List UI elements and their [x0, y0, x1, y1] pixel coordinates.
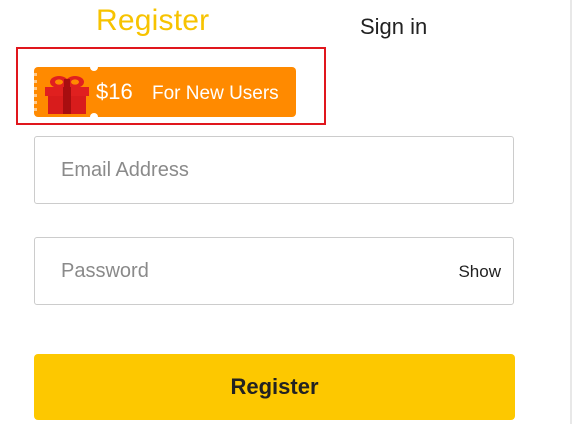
- tab-sign-in[interactable]: Sign in: [360, 14, 427, 40]
- ticket-perforation: [34, 73, 37, 111]
- tab-register[interactable]: Register: [96, 4, 209, 38]
- gift-icon: [45, 76, 89, 114]
- password-input[interactable]: [35, 238, 513, 304]
- register-submit-button[interactable]: Register: [34, 354, 515, 420]
- show-password-toggle[interactable]: Show: [458, 262, 501, 282]
- email-field: [34, 136, 514, 204]
- new-user-coupon-badge[interactable]: $16 For New Users: [34, 63, 296, 121]
- coupon-label: For New Users: [152, 83, 279, 104]
- ticket-notch: [90, 63, 98, 71]
- password-field: Show: [34, 237, 514, 305]
- email-input[interactable]: [35, 137, 513, 203]
- coupon-amount: $16: [96, 79, 133, 104]
